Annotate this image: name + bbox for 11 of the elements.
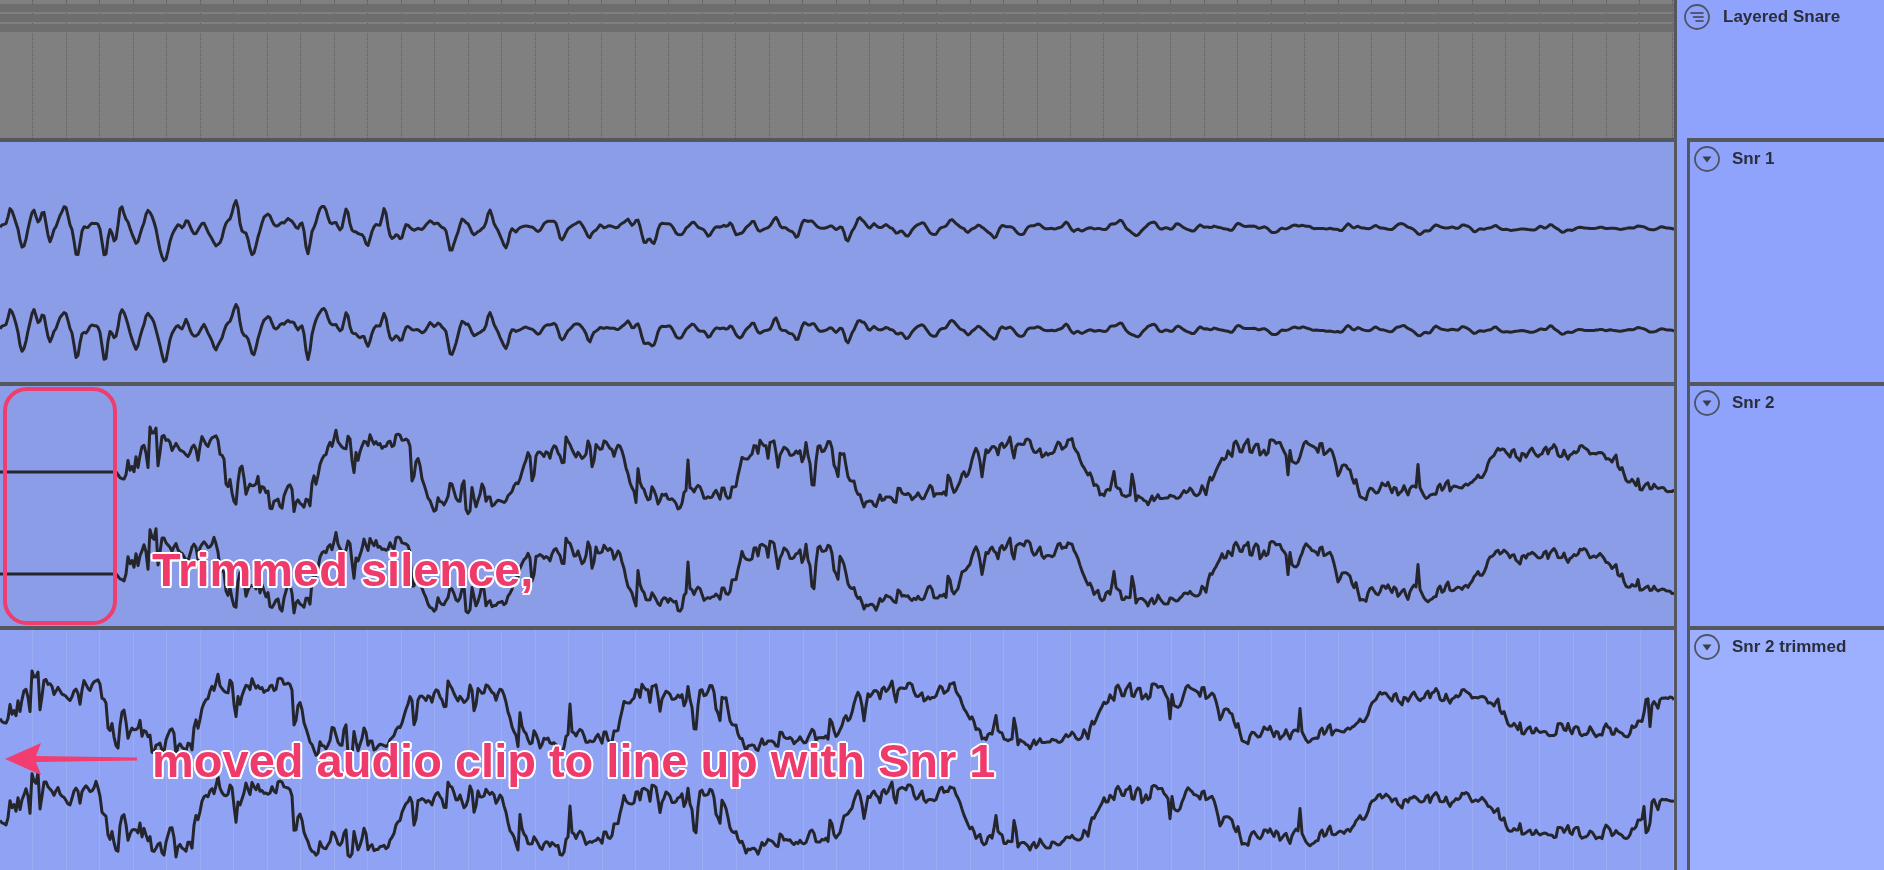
- track-name[interactable]: Layered Snare: [1723, 4, 1841, 30]
- track-name[interactable]: Snr 2 trimmed: [1732, 634, 1847, 660]
- lines-icon[interactable]: [1684, 4, 1710, 30]
- track-header[interactable]: Snr 1: [1687, 138, 1884, 382]
- track-name[interactable]: Snr 2: [1732, 390, 1775, 416]
- audio-clip[interactable]: [0, 382, 1674, 626]
- track-header[interactable]: Snr 2 trimmed: [1687, 626, 1884, 870]
- track-name[interactable]: Snr 1: [1732, 146, 1775, 172]
- audio-clip[interactable]: [0, 138, 1674, 382]
- audio-clip[interactable]: [0, 626, 1674, 870]
- track-header[interactable]: Snr 2: [1687, 382, 1884, 626]
